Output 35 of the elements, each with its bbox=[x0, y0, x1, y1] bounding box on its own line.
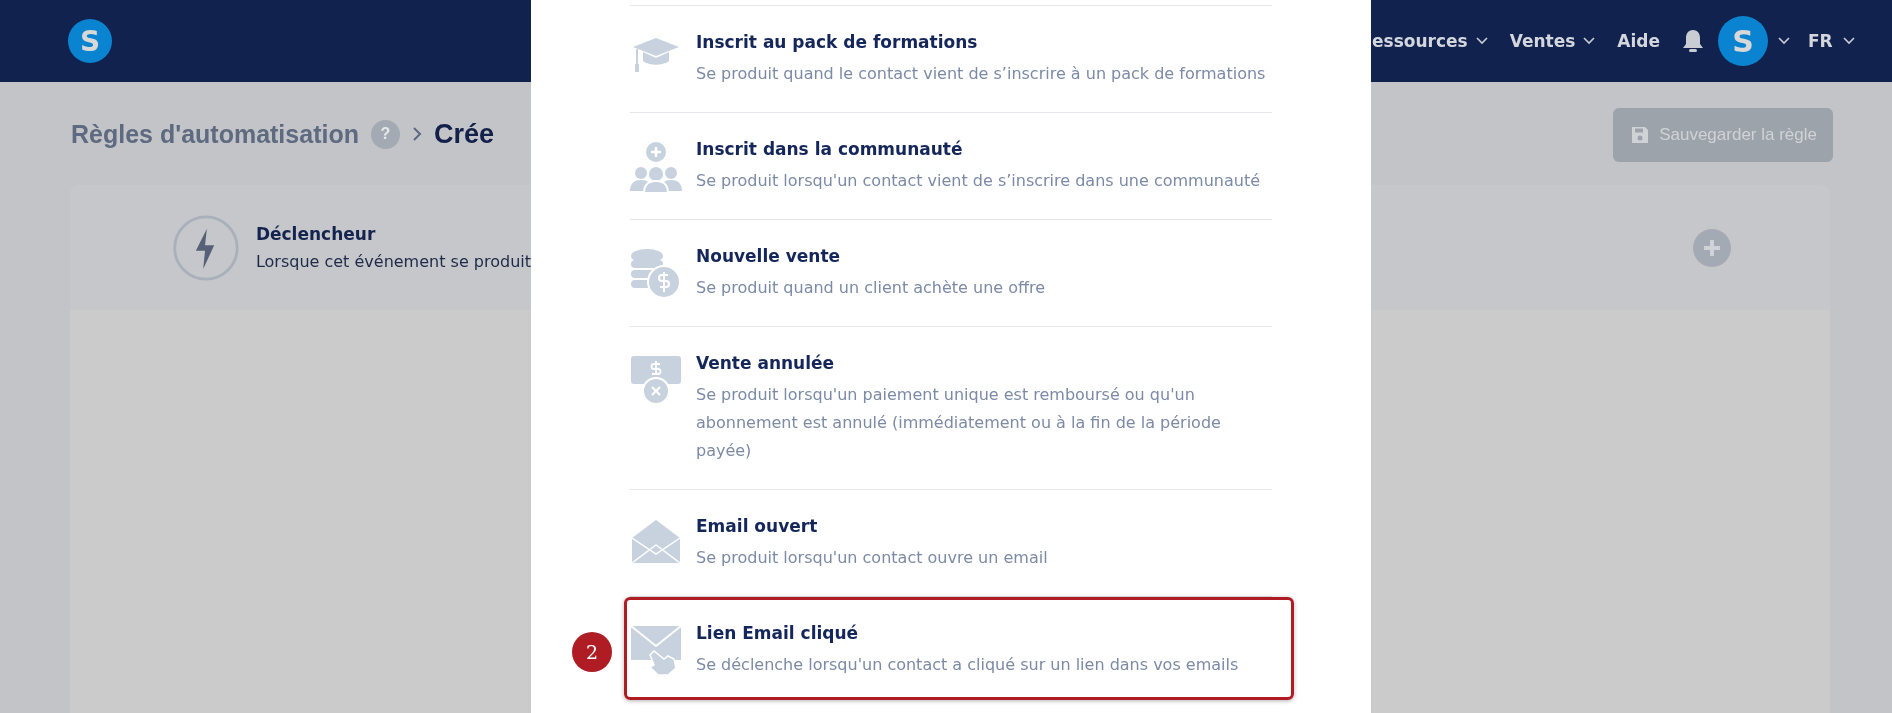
option-title: Lien Email cliqué bbox=[696, 622, 860, 645]
trigger-option[interactable]: Inscrit dans la communauté Se produit lorsqu'un contact vient de s’inscrire dans une communauté bbox=[630, 113, 1272, 219]
option-title: Inscrit au pack de formations bbox=[696, 31, 979, 54]
trigger-option[interactable]: Vente annulée Se produit lorsqu'un paiement unique est remboursé ou qu'un abonnement est annulé (immédiatement ou à la fin de la période payée) bbox=[630, 327, 1272, 489]
trigger-title: Déclencheur bbox=[255, 224, 377, 244]
option-description: Se produit lorsqu'un paiement unique est remboursé ou qu'un abonnement est annulé (immédiatement ou à la fin de la période payée) bbox=[696, 384, 1222, 462]
option-description: Se produit lorsqu'un contact ouvre un email bbox=[696, 547, 1048, 569]
trigger-option[interactable]: Inscrit au pack de formations Se produit quand le contact vient de s’inscrire à un pack de formations bbox=[630, 6, 1272, 112]
option-description: Se produit quand le contact vient de s’inscrire à un pack de formations bbox=[696, 63, 1266, 85]
chevron-down-icon bbox=[1583, 37, 1596, 45]
option-title: Email ouvert bbox=[696, 515, 819, 538]
option-title: Inscrit dans la communauté bbox=[696, 138, 964, 161]
group-plus-icon bbox=[630, 141, 682, 193]
envelope-hand-icon bbox=[630, 625, 682, 675]
option-description: Se produit lorsqu'un contact vient de s’inscrire dans une communauté bbox=[696, 170, 1261, 192]
trigger-option[interactable]: Email ouvert Se produit lorsqu'un contact ouvre un email bbox=[630, 490, 1272, 596]
step-badge: 2 bbox=[572, 632, 612, 672]
nav-menu[interactable]: Ventes bbox=[1509, 31, 1596, 51]
nav-menu[interactable]: Aide bbox=[1617, 31, 1660, 51]
page-title: Crée bbox=[433, 118, 494, 150]
chevron-down-icon bbox=[1778, 37, 1790, 45]
trigger-description: Lorsque cet événement se produit bbox=[255, 252, 531, 271]
option-title: Vente annulée bbox=[696, 352, 836, 375]
chevron-right-icon bbox=[411, 126, 422, 142]
option-title: Nouvelle vente bbox=[696, 245, 842, 268]
option-description: Se déclenche lorsqu'un contact a cliqué sur un lien dans vos emails bbox=[696, 654, 1239, 676]
coins-dollar-icon bbox=[630, 248, 682, 300]
chevron-down-icon bbox=[1475, 37, 1488, 45]
nav-menu[interactable]: essources bbox=[1372, 31, 1488, 51]
envelope-open-icon bbox=[631, 518, 681, 564]
option-description: Se produit quand un client achète une offre bbox=[696, 277, 1046, 299]
bell-icon[interactable] bbox=[1682, 29, 1704, 53]
chevron-down-icon bbox=[1842, 37, 1855, 45]
trigger-option[interactable]: Nouvelle vente Se produit quand un client achète une offre bbox=[630, 220, 1272, 326]
language-menu[interactable]: FR bbox=[1808, 31, 1855, 51]
